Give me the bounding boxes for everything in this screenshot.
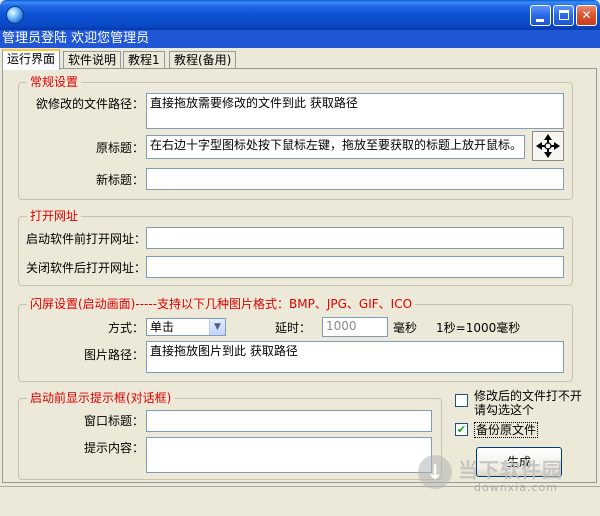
- mode-value: 单击: [150, 320, 175, 334]
- main-window: ✕ 管理员登陆 欢迎您管理员 运行界面 软件说明 教程1 教程(备用) 常规设置…: [0, 0, 600, 516]
- image-path-label: 图片路径：: [84, 348, 145, 362]
- delay-input[interactable]: 1000: [322, 317, 388, 337]
- maximize-button[interactable]: [553, 5, 574, 26]
- mode-select[interactable]: 单击 ▼: [146, 318, 226, 336]
- orig-title-label: 原标题：: [96, 141, 145, 155]
- watermark: ↓ 当下软件园 downxia.com: [418, 451, 583, 497]
- check-icon: ✔: [456, 423, 467, 436]
- watermark-text: 当下软件园: [458, 458, 563, 482]
- download-icon: ↓: [418, 455, 452, 489]
- close-button[interactable]: ✕: [576, 5, 597, 26]
- watermark-domain: downxia.com: [474, 481, 558, 494]
- file-path-label: 欲修改的文件路径：: [36, 97, 145, 111]
- open-before-input[interactable]: [146, 227, 564, 249]
- delay-unit: 毫秒: [393, 321, 418, 335]
- backup-checkbox[interactable]: ✔: [455, 423, 468, 436]
- new-title-input[interactable]: [146, 168, 564, 190]
- delay-label: 延时：: [275, 321, 312, 335]
- prompt-checkbox-label[interactable]: 修改后的文件打不开请勾选这个: [474, 389, 592, 417]
- header-text: 管理员登陆 欢迎您管理员: [0, 30, 600, 48]
- open-after-label: 关闭软件后打开网址：: [26, 261, 147, 275]
- minimize-button[interactable]: [530, 5, 551, 26]
- crosshair-picker-button[interactable]: [532, 131, 564, 161]
- close-icon: ✕: [581, 8, 592, 22]
- content-input[interactable]: [146, 437, 432, 473]
- group-title-general: 常规设置: [27, 75, 82, 89]
- title-bar[interactable]: ✕: [0, 0, 600, 30]
- image-path-input[interactable]: 直接拖放图片到此 获取路径: [146, 341, 564, 373]
- tab-run[interactable]: 运行界面: [2, 49, 61, 70]
- tab-tutorial-1[interactable]: 教程1: [123, 51, 165, 69]
- tab-help[interactable]: 软件说明: [63, 51, 122, 69]
- open-before-label: 启动软件前打开网址：: [26, 232, 147, 246]
- file-path-input[interactable]: 直接拖放需要修改的文件到此 获取路径: [146, 93, 564, 129]
- group-title-splash: 闪屏设置(启动画面)-----支持以下几种图片格式：BMP、JPG、GIF、IC…: [27, 297, 416, 311]
- orig-title-input[interactable]: 在右边十字型图标处按下鼠标左键，拖放至要获取的标题上放开鼠标。: [146, 135, 525, 159]
- open-after-input[interactable]: [146, 256, 564, 278]
- app-icon[interactable]: [6, 6, 24, 24]
- group-title-open-url: 打开网址: [27, 209, 82, 223]
- chevron-down-icon: ▼: [209, 319, 225, 335]
- tab-tutorial-backup[interactable]: 教程(备用): [169, 51, 237, 69]
- backup-checkbox-label[interactable]: 备份原文件: [474, 422, 539, 438]
- minimize-icon: [536, 19, 544, 22]
- window-title-label: 窗口标题：: [84, 414, 145, 428]
- crosshair-icon: [536, 134, 560, 158]
- maximize-icon: [559, 10, 569, 20]
- new-title-label: 新标题：: [96, 173, 145, 187]
- delay-note: 1秒=1000毫秒: [436, 321, 521, 335]
- prompt-checkbox[interactable]: [455, 394, 468, 407]
- content-label: 提示内容：: [84, 441, 145, 455]
- window-title-input[interactable]: [146, 410, 432, 432]
- group-title-dialog: 启动前显示提示框(对话框): [27, 391, 175, 405]
- mode-label: 方式：: [108, 321, 145, 335]
